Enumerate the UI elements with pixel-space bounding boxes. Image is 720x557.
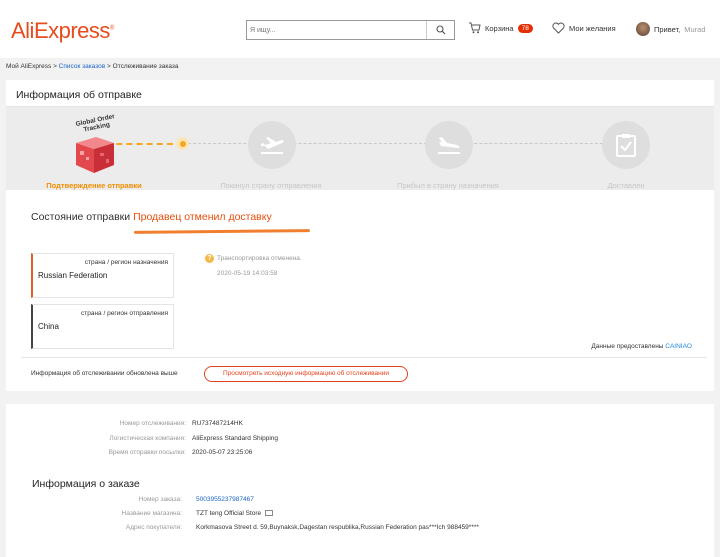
origin-region-value: China — [38, 322, 59, 331]
step-departed-icon — [248, 121, 296, 169]
step-label: Доставлен — [607, 181, 645, 190]
cart-label: Корзина — [485, 23, 514, 33]
heart-icon — [552, 22, 565, 34]
provider-label: Данные предоставлены — [591, 343, 664, 350]
breadcrumb-separator: > — [53, 63, 57, 70]
tracking-progress: Global Order Tracking Подтверждение отпр… — [6, 107, 714, 190]
step-label: Покинул страну отправления — [220, 181, 322, 190]
step-label: Подтверждение отправки — [46, 181, 142, 190]
shipment-status: Состояние отправки Продавец отменил дост… — [31, 211, 272, 223]
avatar — [636, 22, 650, 36]
wishlist-label: Мои желания — [569, 23, 616, 33]
cart-link[interactable]: Корзина 78 — [468, 22, 533, 34]
tracking-updated-note: Информация об отслеживании обновлена выш… — [31, 370, 178, 377]
greeting-text: Привет, — [654, 24, 681, 34]
divider — [21, 357, 707, 358]
breadcrumb: Мой AliExpress > Список заказов > Отслеж… — [6, 63, 179, 70]
order-number-label: Номер заказа: — [138, 496, 182, 503]
tracking-number-value: RU737487214HK — [192, 420, 243, 427]
wishlist-link[interactable]: Мои желания — [552, 22, 616, 34]
plane-arrival-icon — [438, 137, 460, 154]
plane-departure-icon — [261, 137, 284, 154]
order-details-panel: Номер отслеживания: RU737487214HK Логист… — [6, 404, 714, 557]
shipping-info-panel: Информация об отправке Global Order Trac… — [6, 80, 714, 391]
destination-region-label: страна / регион назначения — [84, 259, 168, 266]
destination-region-value: Russian Federation — [38, 271, 108, 280]
step-label: Прибыл в страну назначения — [397, 181, 499, 190]
store-value: TZT teng Official Store — [196, 510, 273, 517]
status-value: Продавец отменил доставку — [133, 211, 272, 223]
progress-marker — [176, 137, 189, 150]
logistics-company-value: AliExpress Standard Shipping — [192, 435, 278, 442]
tracking-event-text: Транспортировка отменена. — [217, 255, 302, 262]
search-box — [246, 20, 455, 40]
store-name[interactable]: TZT teng Official Store — [196, 510, 261, 517]
breadcrumb-home[interactable]: Мой AliExpress — [6, 63, 51, 70]
data-provider: Данные предоставлены CAINIAO — [591, 343, 692, 350]
clipboard-check-icon — [616, 134, 636, 157]
sent-time-value: 2020-05-07 23:25:06 — [192, 449, 253, 456]
address-value: Korkmasova Street d. 59,Buynaksk,Dagesta… — [196, 524, 479, 531]
tracking-number-label: Номер отслеживания: — [119, 420, 186, 427]
provider-link[interactable]: CAINIAO — [665, 343, 692, 350]
shipping-info-title: Информация об отправке — [16, 89, 142, 101]
view-source-tracking-button[interactable]: Просмотреть исходную информацию об отсле… — [204, 366, 408, 382]
status-label: Состояние отправки — [31, 211, 131, 223]
step-arrived-icon — [425, 121, 473, 169]
destination-region: страна / регион назначения Russian Feder… — [31, 253, 174, 298]
logistics-company-label: Логистическая компания: — [109, 435, 186, 442]
username: Murad — [684, 24, 706, 34]
origin-region-label: страна / регион отправления — [81, 310, 168, 317]
step-delivered-icon — [602, 121, 650, 169]
order-number-link[interactable]: 5003955237987467 — [196, 496, 254, 503]
store-label: Название магазина: — [121, 510, 182, 517]
address-label: Адрес покупателя: — [125, 524, 182, 531]
cart-count-badge: 78 — [517, 23, 533, 33]
box-icon — [76, 137, 114, 173]
order-info-title: Информация о заказе — [32, 478, 140, 490]
question-icon: ? — [205, 254, 214, 263]
search-input[interactable] — [247, 21, 427, 39]
tracking-event-time: 2020-05-19 14:03:58 — [217, 270, 278, 277]
mail-icon[interactable] — [264, 510, 273, 517]
search-button[interactable] — [426, 21, 454, 39]
origin-region: страна / регион отправления China — [31, 304, 174, 349]
top-bar: AliExpress® Корзина 78 Мои желания Приве… — [0, 0, 720, 58]
account-menu[interactable]: Привет, Murad — [636, 22, 706, 36]
status-underline — [133, 229, 311, 234]
search-icon — [435, 25, 445, 35]
breadcrumb-current: Отслеживание заказа — [112, 63, 179, 70]
breadcrumb-orders[interactable]: Список заказов — [59, 63, 106, 70]
sent-time-label: Время отправки посылки: — [108, 449, 186, 456]
aliexpress-logo[interactable]: AliExpress® — [11, 18, 114, 44]
breadcrumb-separator: > — [107, 63, 111, 70]
cart-icon — [469, 22, 481, 34]
